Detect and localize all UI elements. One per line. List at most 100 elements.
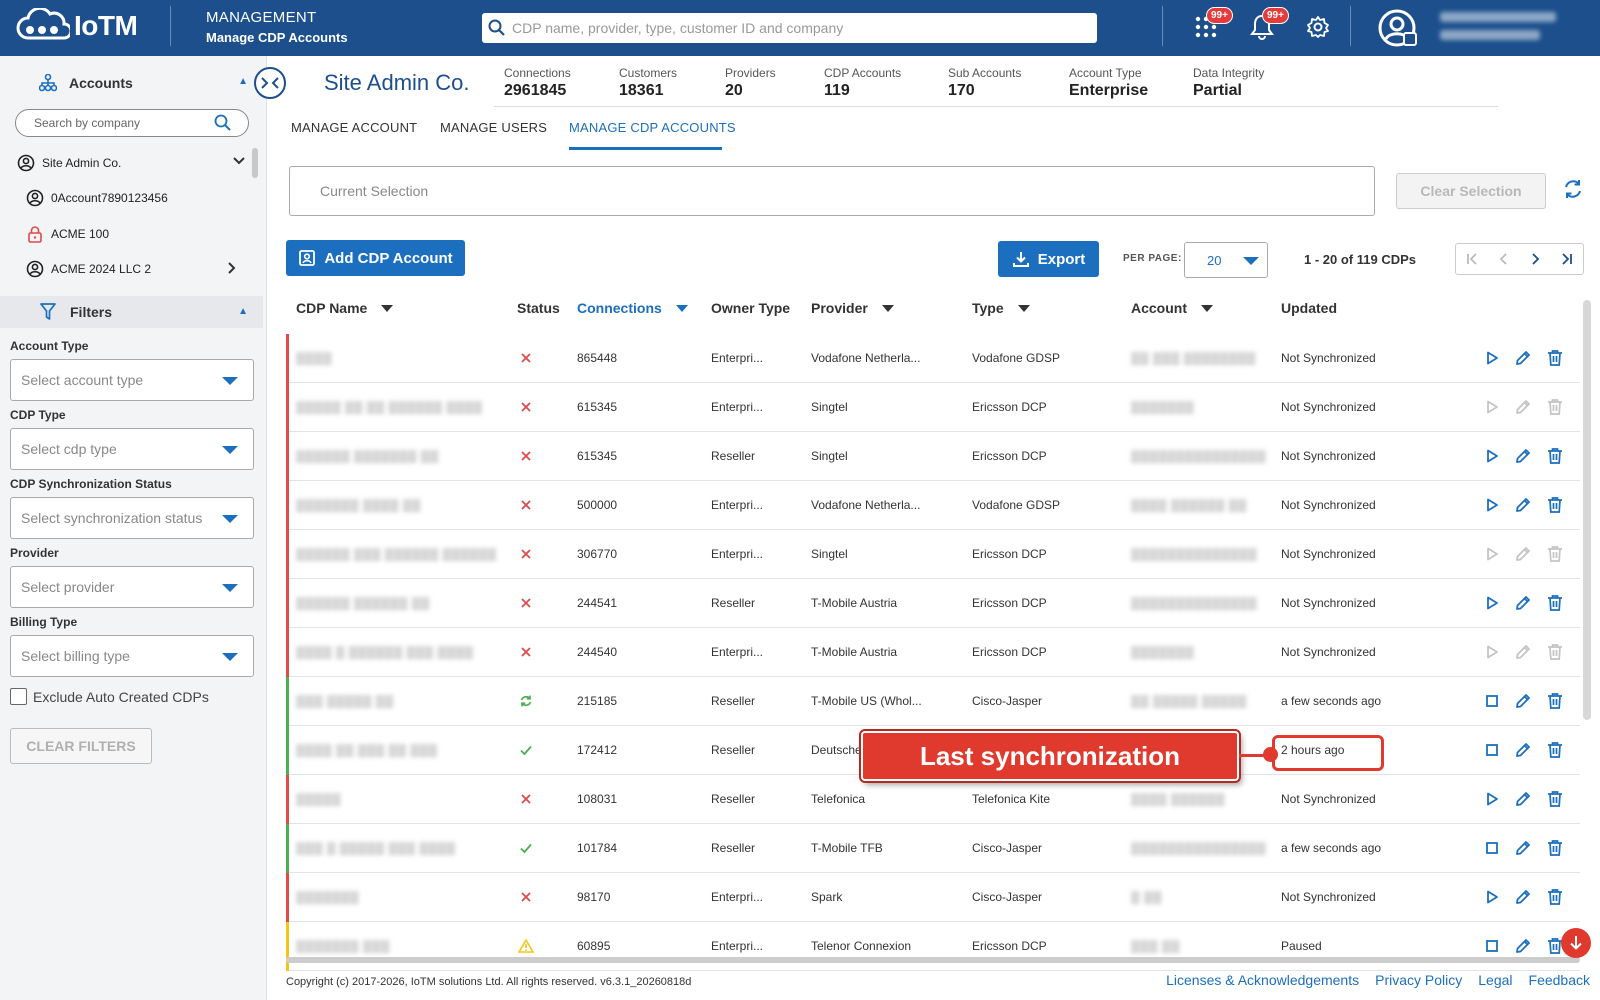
user-avatar[interactable]	[1377, 8, 1417, 48]
edit-pencil-icon[interactable]	[1512, 837, 1534, 859]
stop-icon[interactable]	[1481, 935, 1503, 957]
column-header-cdp-name[interactable]: CDP Name	[296, 300, 394, 316]
search-icon[interactable]	[214, 114, 232, 132]
play-icon[interactable]	[1481, 494, 1503, 516]
first-page-icon[interactable]	[1456, 244, 1488, 274]
settings-button[interactable]	[1303, 12, 1333, 42]
account-item-site-admin[interactable]: Site Admin Co.	[16, 152, 246, 174]
edit-pencil-icon[interactable]	[1512, 886, 1534, 908]
company-search-input[interactable]	[34, 116, 204, 130]
table-row[interactable]: ▒▒▒▒▒▒▒ ▒▒▒▒ ▒▒ 500000 Enterpri... Vodafone…	[286, 481, 1580, 530]
edit-pencil-icon[interactable]	[1512, 641, 1534, 663]
notifications-button[interactable]: 99+	[1247, 7, 1289, 42]
table-row[interactable]: ▒▒▒▒ 865448 Enterpri... Vodafone Netherla..…	[286, 334, 1580, 383]
footer-link-feedback[interactable]: Feedback	[1529, 972, 1590, 988]
trash-icon[interactable]	[1544, 396, 1566, 418]
caret-up-icon[interactable]: ▲	[238, 76, 248, 87]
play-icon[interactable]	[1481, 592, 1503, 614]
trash-icon[interactable]	[1544, 886, 1566, 908]
play-icon[interactable]	[1481, 543, 1503, 565]
tab-manage-users[interactable]: MANAGE USERS	[440, 120, 547, 135]
edit-pencil-icon[interactable]	[1512, 396, 1534, 418]
account-type-select[interactable]: Select account type	[10, 359, 254, 401]
play-icon[interactable]	[1481, 396, 1503, 418]
sort-down-icon[interactable]	[881, 304, 894, 312]
edit-pencil-icon[interactable]	[1512, 788, 1534, 810]
tab-manage-account[interactable]: MANAGE ACCOUNT	[291, 120, 417, 135]
table-horizontal-scrollbar[interactable]	[286, 957, 1580, 963]
table-row[interactable]: ▒▒▒▒▒ 108031 Reseller Telefonica Telefonica …	[286, 775, 1580, 824]
refresh-button[interactable]	[1562, 178, 1584, 205]
filters-section-header[interactable]: Filters ▲	[0, 296, 263, 328]
table-row[interactable]: ▒▒▒ ▒▒▒▒▒ ▒▒ 215185 Reseller T-Mobile US (W…	[286, 677, 1580, 726]
edit-pencil-icon[interactable]	[1512, 347, 1534, 369]
play-icon[interactable]	[1481, 445, 1503, 467]
apps-button[interactable]: 99+	[1191, 7, 1233, 42]
play-icon[interactable]	[1481, 347, 1503, 369]
edit-pencil-icon[interactable]	[1512, 935, 1534, 957]
footer-link-privacy[interactable]: Privacy Policy	[1375, 972, 1462, 988]
stop-icon[interactable]	[1481, 690, 1503, 712]
sort-down-icon[interactable]	[675, 304, 688, 312]
edit-pencil-icon[interactable]	[1512, 739, 1534, 761]
footer-link-licenses[interactable]: Licenses & Acknowledgements	[1166, 972, 1359, 988]
last-page-icon[interactable]	[1551, 244, 1583, 274]
add-cdp-account-button[interactable]: Add CDP Account	[286, 240, 465, 276]
play-icon[interactable]	[1481, 788, 1503, 810]
table-row[interactable]: ▒▒▒▒▒ ▒▒ ▒▒ ▒▒▒▒▒▒ ▒▒▒▒ 615345 Enterpri...…	[286, 383, 1580, 432]
edit-pencil-icon[interactable]	[1512, 690, 1534, 712]
trash-icon[interactable]	[1544, 494, 1566, 516]
edit-pencil-icon[interactable]	[1512, 445, 1534, 467]
edit-pencil-icon[interactable]	[1512, 494, 1534, 516]
accounts-section-header[interactable]: Accounts ▲	[0, 68, 260, 98]
footer-link-legal[interactable]: Legal	[1478, 972, 1512, 988]
exclude-auto-created[interactable]: Exclude Auto Created CDPs	[10, 688, 209, 705]
sidebar-scrollbar[interactable]	[252, 148, 258, 178]
table-vertical-scrollbar[interactable]	[1583, 300, 1591, 720]
export-button[interactable]: Export	[998, 241, 1099, 277]
table-row[interactable]: ▒▒▒▒▒▒ ▒▒▒ ▒▒▒▒▒▒ ▒▒▒▒▒▒ 306770 Enterpri..…	[286, 530, 1580, 579]
trash-icon[interactable]	[1544, 543, 1566, 565]
table-row[interactable]: ▒▒▒▒▒▒ ▒▒▒▒▒▒ ▒▒ 244541 Reseller T-Mobile A…	[286, 579, 1580, 628]
clear-filters-button[interactable]: CLEAR FILTERS	[10, 728, 152, 764]
trash-icon[interactable]	[1544, 347, 1566, 369]
scroll-down-button[interactable]	[1561, 928, 1591, 958]
trash-icon[interactable]	[1544, 739, 1566, 761]
account-item-acme-100[interactable]: ACME 100	[25, 223, 109, 245]
column-header-type[interactable]: Type	[972, 300, 1030, 316]
sort-down-icon[interactable]	[1017, 304, 1030, 312]
per-page-select[interactable]: 20	[1184, 242, 1268, 278]
play-icon[interactable]	[1481, 641, 1503, 663]
collapse-sidebar-button[interactable]	[254, 67, 286, 99]
prev-page-icon[interactable]	[1488, 244, 1520, 274]
provider-select[interactable]: Select provider	[10, 566, 254, 608]
trash-icon[interactable]	[1544, 690, 1566, 712]
trash-icon[interactable]	[1544, 641, 1566, 663]
table-row[interactable]: ▒▒▒ ▒ ▒▒▒▒▒ ▒▒▒ ▒▒▒▒ 101784 Reseller T-Mobi…	[286, 824, 1580, 873]
table-row[interactable]: ▒▒▒▒▒▒▒ ▒▒▒ 60895 Enterpri... Telenor Conne…	[286, 922, 1580, 971]
next-page-icon[interactable]	[1520, 244, 1552, 274]
tab-manage-cdp-accounts[interactable]: MANAGE CDP ACCOUNTS	[569, 120, 736, 135]
edit-pencil-icon[interactable]	[1512, 543, 1534, 565]
clear-selection-button[interactable]: Clear Selection	[1396, 173, 1546, 209]
sort-down-icon[interactable]	[1201, 304, 1213, 312]
stop-icon[interactable]	[1481, 837, 1503, 859]
sort-down-icon[interactable]	[381, 304, 394, 312]
chevron-right-icon[interactable]	[225, 261, 239, 278]
stop-icon[interactable]	[1481, 739, 1503, 761]
global-search-input[interactable]	[512, 20, 1082, 36]
trash-icon[interactable]	[1544, 788, 1566, 810]
table-row[interactable]: ▒▒▒▒▒▒ ▒▒▒▒▒▒▒ ▒▒ 615345 Reseller Singtel Er…	[286, 432, 1580, 481]
column-header-account[interactable]: Account	[1131, 300, 1213, 316]
chevron-down-icon[interactable]	[232, 154, 246, 171]
billing-type-select[interactable]: Select billing type	[10, 635, 254, 677]
trash-icon[interactable]	[1544, 592, 1566, 614]
sync-status-select[interactable]: Select synchronization status	[10, 497, 254, 539]
caret-up-icon[interactable]: ▲	[238, 306, 248, 317]
trash-icon[interactable]	[1544, 445, 1566, 467]
column-header-provider[interactable]: Provider	[811, 300, 894, 316]
account-item-0account[interactable]: 0Account7890123456	[25, 187, 168, 209]
column-header-connections[interactable]: Connections	[577, 300, 688, 316]
play-icon[interactable]	[1481, 886, 1503, 908]
exclude-checkbox[interactable]	[10, 688, 27, 705]
